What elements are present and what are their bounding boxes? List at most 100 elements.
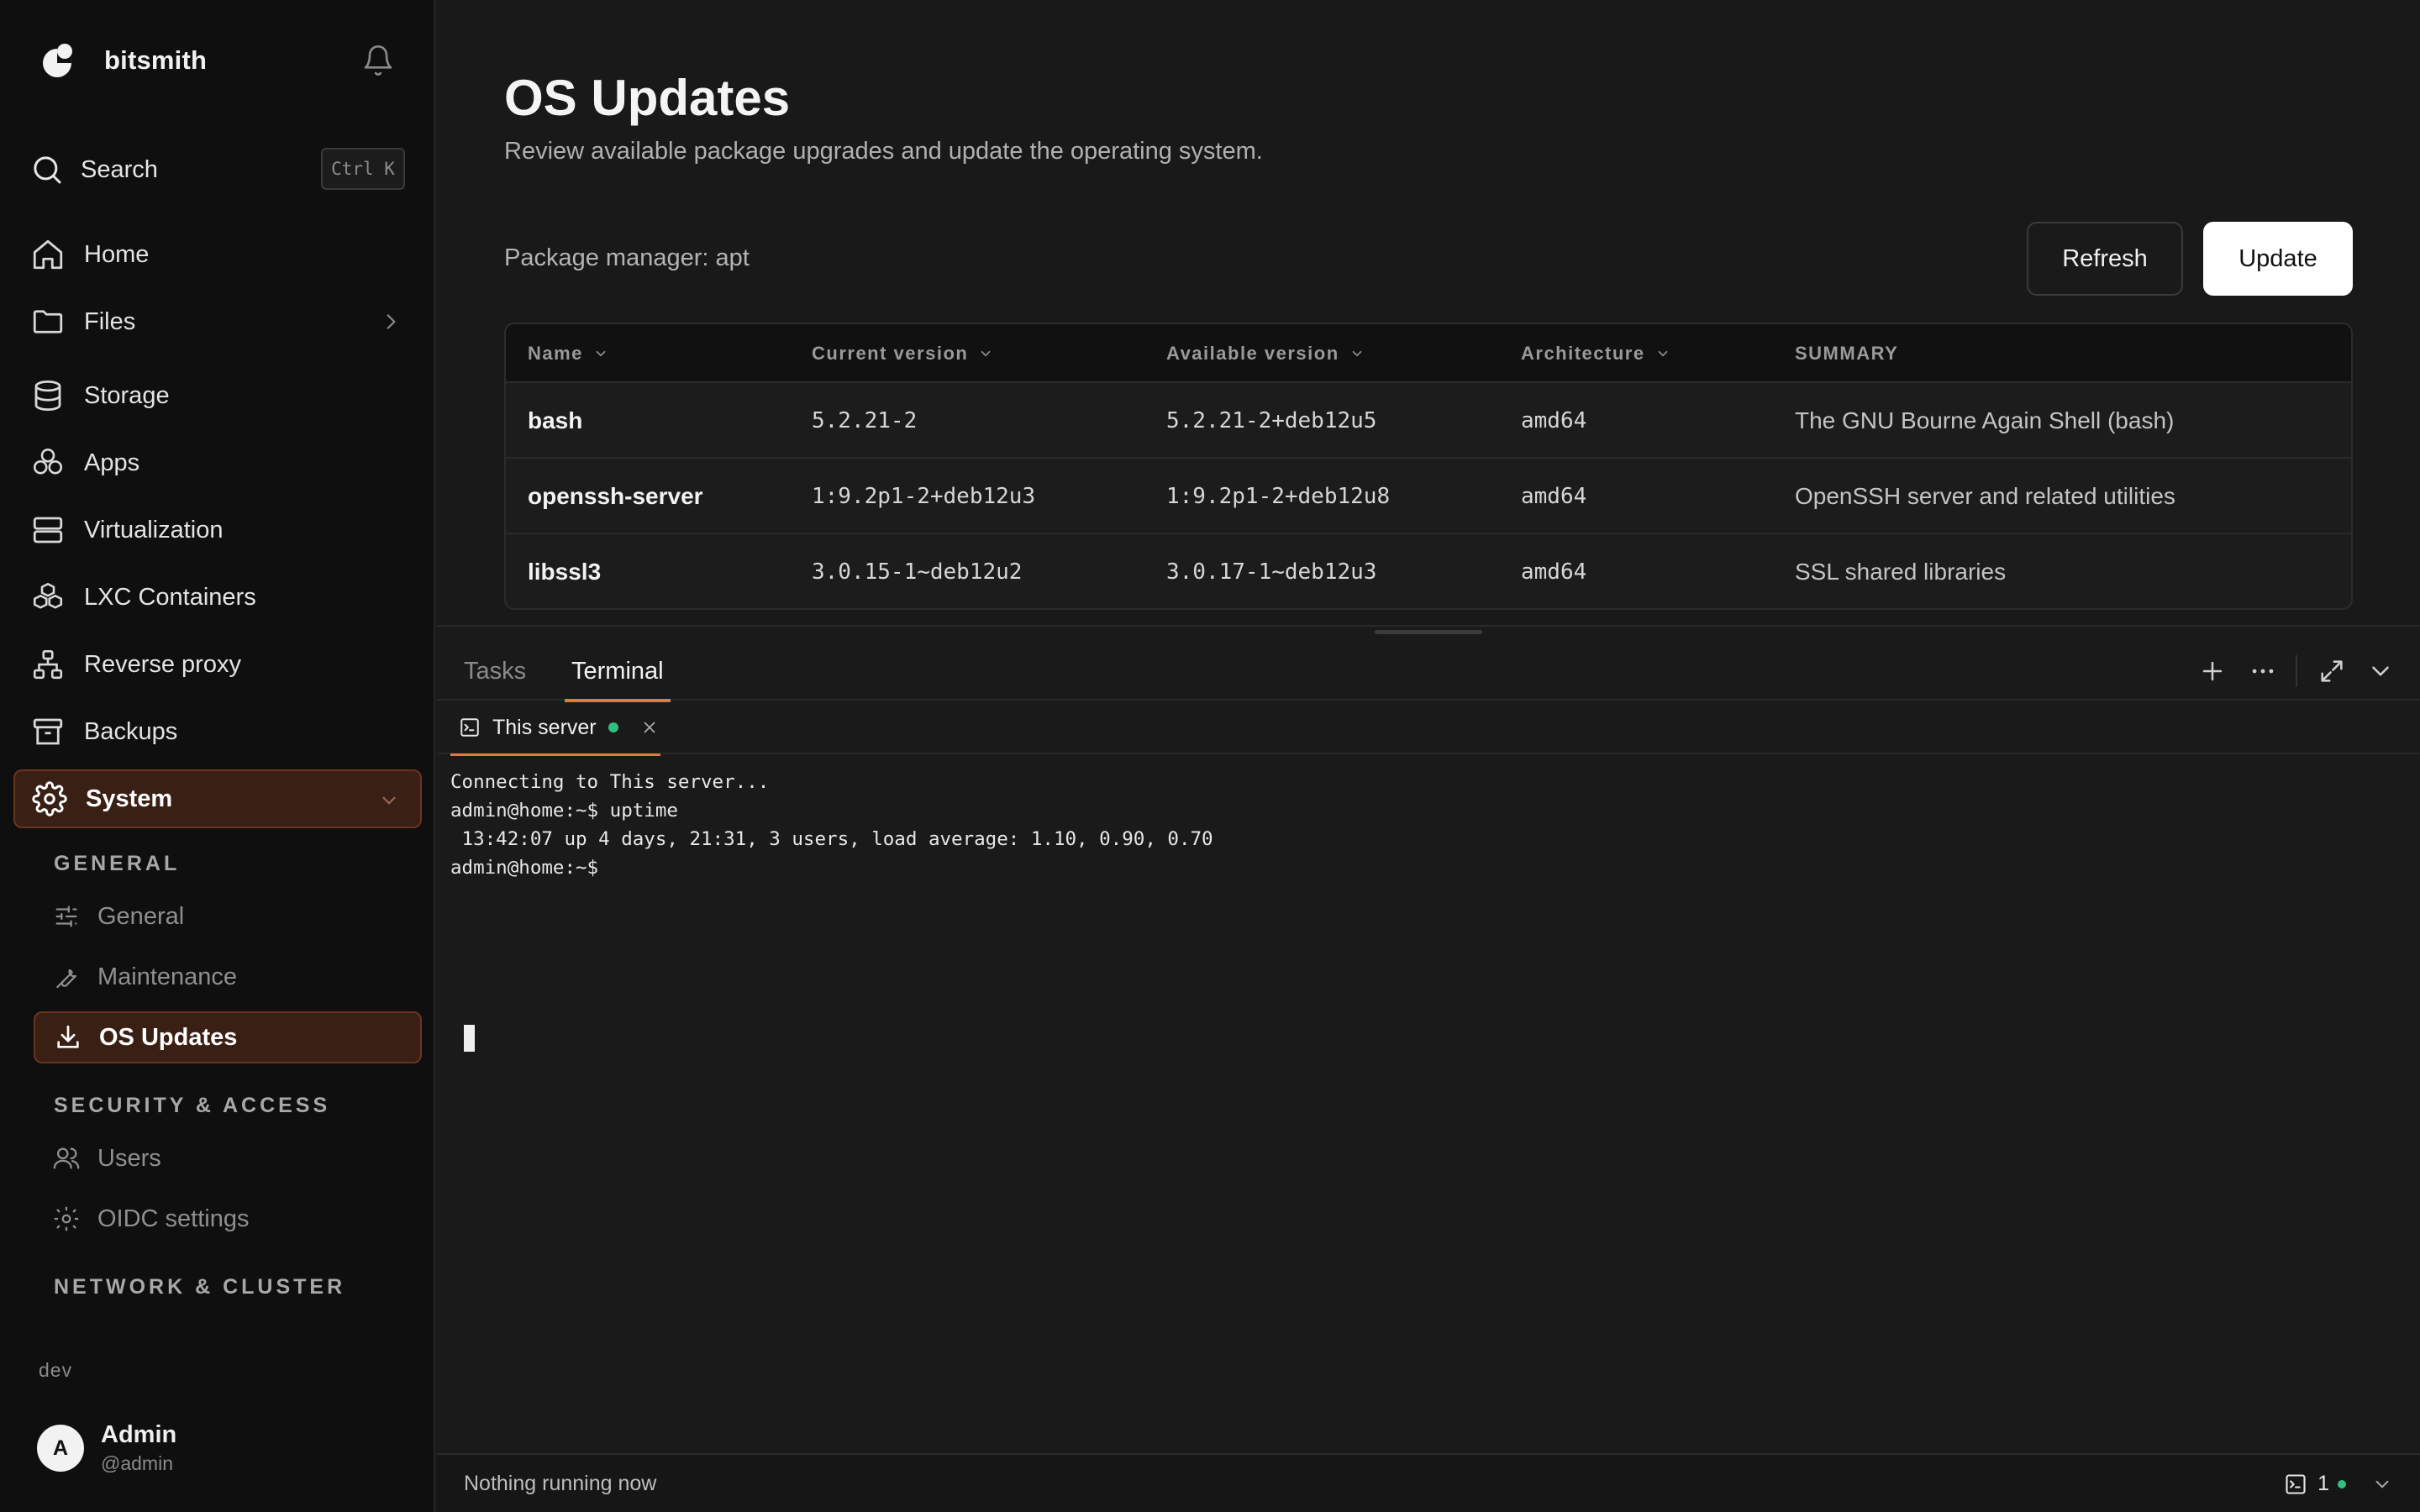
- sidebar-item-reverse-proxy[interactable]: Reverse proxy: [13, 635, 422, 694]
- terminal-output[interactable]: Connecting to This server... admin@home:~…: [450, 768, 2400, 1356]
- table-header: Name Current version Available version A…: [506, 324, 2351, 383]
- sidebar-subitem-oidc-settings[interactable]: OIDC settings: [34, 1193, 422, 1245]
- column-header-current-version[interactable]: Current version: [812, 324, 993, 383]
- cell-name: openssh-server: [528, 483, 703, 509]
- terminal-session-tab[interactable]: This server: [450, 701, 660, 756]
- terminal-line: Connecting to This server...: [450, 771, 770, 793]
- close-icon[interactable]: [640, 718, 659, 737]
- cell-available-version: 5.2.21-2+deb12u5: [1166, 408, 1377, 433]
- sidebar-item-backups[interactable]: Backups: [13, 702, 422, 761]
- sidebar-subitem-os-updates[interactable]: OS Updates: [34, 1011, 422, 1063]
- chevron-down-icon: [2375, 1480, 2389, 1488]
- terminal-count: 1: [2317, 1472, 2329, 1495]
- cell-architecture: amd64: [1521, 408, 1587, 433]
- search-label: Search: [81, 155, 158, 183]
- cell-summary: SSL shared libraries: [1795, 559, 2007, 585]
- cell-summary: OpenSSH server and related utilities: [1795, 483, 2175, 509]
- terminal-icon: [2286, 1473, 2306, 1494]
- chevron-down-icon: [981, 350, 991, 357]
- brand[interactable]: bitsmith: [39, 39, 207, 82]
- update-button[interactable]: Update: [2203, 222, 2353, 296]
- server-icon: [33, 517, 63, 543]
- sidebar-item-label: Home: [84, 240, 150, 268]
- sidebar: bitsmith Search Ctrl K Home Files Storag…: [0, 0, 435, 1512]
- sidebar-item-system[interactable]: System: [13, 769, 422, 828]
- avatar: A: [37, 1425, 84, 1472]
- users-icon: [53, 1147, 80, 1169]
- tab-tasks[interactable]: Tasks: [464, 642, 526, 701]
- terminal-cursor: [464, 1025, 475, 1052]
- cell-name: libssl3: [528, 559, 602, 585]
- gear-icon: [32, 781, 67, 816]
- refresh-button[interactable]: Refresh: [2027, 222, 2183, 296]
- chevron-down-icon: [596, 350, 606, 357]
- folder-icon: [33, 310, 63, 333]
- column-header-available-version[interactable]: Available version: [1166, 324, 1365, 383]
- chevron-down-icon[interactable]: [2366, 657, 2395, 685]
- cell-available-version: 3.0.17-1~deb12u3: [1166, 559, 1377, 585]
- download-icon: [57, 1025, 79, 1048]
- sidebar-item-label: LXC Containers: [84, 583, 256, 611]
- boxes-icon: [33, 582, 63, 609]
- bell-icon[interactable]: [361, 44, 395, 77]
- sidebar-item-storage[interactable]: Storage: [13, 366, 422, 425]
- cell-available-version: 1:9.2p1-2+deb12u8: [1166, 484, 1391, 509]
- app-name: bitsmith: [104, 45, 208, 75]
- page-title: OS Updates: [504, 70, 791, 126]
- sidebar-subitem-users[interactable]: Users: [34, 1132, 422, 1184]
- search-icon: [34, 156, 61, 184]
- section-label-general: GENERAL: [54, 852, 181, 875]
- wrench-icon: [55, 969, 77, 989]
- sidebar-subitem-general[interactable]: General: [34, 890, 422, 942]
- sidebar-subitem-label: Maintenance: [97, 963, 238, 990]
- table-row[interactable]: libssl3 3.0.15-1~deb12u2 3.0.17-1~deb12u…: [506, 534, 2351, 608]
- chevron-down-icon: [1658, 350, 1667, 357]
- sidebar-item-home[interactable]: Home: [13, 225, 422, 284]
- gear-icon: [54, 1206, 79, 1231]
- main-content: OS Updates Review available package upgr…: [437, 0, 2420, 1512]
- environment-label: dev: [39, 1359, 73, 1381]
- sidebar-item-label: System: [86, 785, 173, 812]
- updates-table: Name Current version Available version A…: [504, 323, 2353, 610]
- maximize-icon[interactable]: [2317, 657, 2346, 685]
- terminal-icon: [460, 718, 479, 737]
- bitsmith-logo-icon: [43, 44, 72, 77]
- database-icon: [34, 380, 61, 412]
- status-bar: Nothing running now 1: [437, 1453, 2420, 1512]
- resize-handle[interactable]: [1375, 630, 1482, 634]
- terminal-count-indicator[interactable]: 1: [2284, 1472, 2393, 1496]
- terminal-tab-bar: This server: [437, 701, 2420, 756]
- network-icon: [33, 649, 63, 680]
- cell-architecture: amd64: [1521, 559, 1587, 585]
- more-icon[interactable]: [2249, 657, 2277, 685]
- sidebar-item-virtualization[interactable]: Virtualization: [13, 501, 422, 559]
- column-header-architecture[interactable]: Architecture: [1521, 324, 1670, 383]
- search-button[interactable]: Search Ctrl K: [30, 146, 405, 193]
- sidebar-item-label: Apps: [84, 449, 140, 476]
- sliders-icon: [55, 906, 77, 927]
- terminal-line: admin@home:~$ uptime: [450, 800, 678, 822]
- cell-name: bash: [528, 407, 583, 433]
- apps-icon: [33, 448, 63, 475]
- sidebar-item-lxc-containers[interactable]: LXC Containers: [13, 568, 422, 627]
- sidebar-subitem-maintenance[interactable]: Maintenance: [34, 951, 422, 1003]
- online-status-dot: [2338, 1479, 2346, 1488]
- sidebar-item-files[interactable]: Files: [13, 292, 422, 351]
- archive-icon: [33, 718, 63, 745]
- cell-current-version: 5.2.21-2: [812, 408, 918, 433]
- divider: [2296, 655, 2297, 687]
- table-row[interactable]: bash 5.2.21-2 5.2.21-2+deb12u5 amd64 The…: [506, 383, 2351, 459]
- sidebar-subitem-label: OIDC settings: [97, 1205, 250, 1232]
- sidebar-item-label: Virtualization: [84, 516, 224, 543]
- column-header-name[interactable]: Name: [528, 324, 608, 383]
- terminal-line: 13:42:07 up 4 days, 21:31, 3 users, load…: [450, 828, 1213, 850]
- table-row[interactable]: openssh-server 1:9.2p1-2+deb12u3 1:9.2p1…: [506, 459, 2351, 534]
- plus-icon[interactable]: [2198, 657, 2227, 685]
- user-profile[interactable]: A Admin @admin: [37, 1421, 176, 1475]
- user-name: Admin: [101, 1421, 177, 1448]
- home-icon: [33, 239, 63, 270]
- sidebar-item-apps[interactable]: Apps: [13, 433, 422, 492]
- sidebar-item-label: Reverse proxy: [84, 650, 241, 678]
- chevron-down-icon: [382, 796, 396, 805]
- tab-terminal[interactable]: Terminal: [565, 642, 671, 702]
